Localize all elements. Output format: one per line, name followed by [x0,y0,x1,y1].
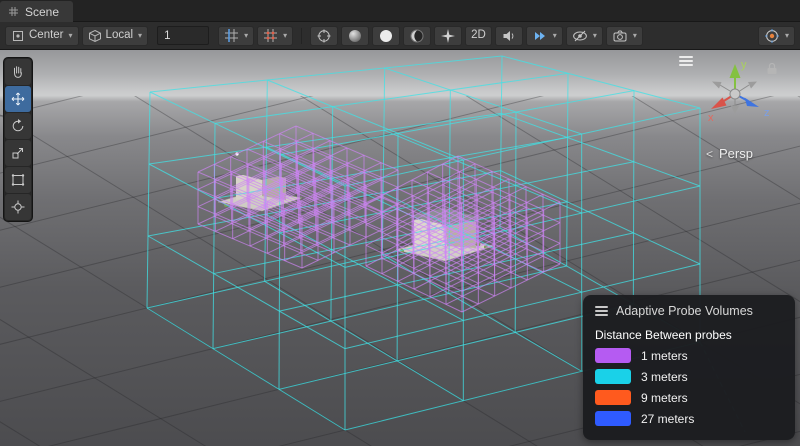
pivot-icon [11,29,25,43]
orientation-label: Local [106,30,134,42]
target-gizmo-icon [764,28,780,44]
chevron-down-icon: ▾ [633,32,637,40]
legend-row: 1 meters [595,348,783,363]
scene-camera-dropdown[interactable]: ▾ [606,26,643,46]
gizmos-crosshair-toggle[interactable] [310,26,338,46]
apv-legend-header[interactable]: Adaptive Probe Volumes [595,304,783,318]
shading-mode-toggle[interactable] [341,26,369,46]
chevron-down-icon: ▾ [785,32,789,40]
flare-effects-toggle[interactable] [434,26,462,46]
lock-icon[interactable] [766,62,778,75]
apv-legend-panel[interactable]: Adaptive Probe Volumes Distance Between … [583,295,795,440]
legend-label: 3 meters [641,370,688,384]
scene-lighting-toggle[interactable] [403,26,431,46]
scale-tool-button[interactable] [5,140,31,166]
white-circle-icon [378,28,394,44]
hand-icon [10,64,26,80]
pivot-label: Center [29,30,64,42]
scene-effects-dropdown[interactable]: ▾ [526,26,563,46]
scene-audio-toggle[interactable] [495,26,523,46]
move-tool-button[interactable] [5,86,31,112]
mode-2d-label: 2D [471,30,486,42]
double-chevron-icon [532,28,548,44]
projection-toggle[interactable]: < Persp [706,146,753,161]
rotate-tool-button[interactable] [5,113,31,139]
toolbar-separator [301,28,302,44]
camera-icon [612,28,628,44]
legend-row: 9 meters [595,390,783,405]
rect-tool-button[interactable] [5,167,31,193]
tab-scene[interactable]: Scene [0,1,73,22]
transform-tool-button[interactable] [5,194,31,220]
legend-row: 27 meters [595,411,783,426]
chevron-down-icon: ▾ [244,32,248,40]
legend-label: 9 meters [641,391,688,405]
shaded-sphere-icon [347,28,363,44]
moon-icon [409,28,425,44]
tool-handle-rotation-dropdown[interactable]: Local ▾ [82,26,149,46]
grid-size-field[interactable] [157,26,209,45]
crosshair-icon [316,28,332,44]
legend-color-swatch [595,348,631,363]
tools-overlay [3,57,33,222]
cube-icon [88,29,102,43]
chevron-down-icon: ▾ [593,32,597,40]
apv-legend-title: Adaptive Probe Volumes [616,304,753,318]
transform-icon [10,199,26,215]
chevron-down-icon: ▾ [283,32,287,40]
rect-icon [10,172,26,188]
legend-color-swatch [595,411,631,426]
wireframe-toggle[interactable] [372,26,400,46]
chevron-left-icon: < [706,147,713,161]
menu-icon [595,306,608,316]
apv-legend-subtitle: Distance Between probes [595,328,783,342]
view-hand-tool-button[interactable] [5,59,31,85]
mode-2d-toggle[interactable]: 2D [465,26,492,46]
axis-y-label[interactable]: y [741,59,747,71]
tool-handle-position-dropdown[interactable]: Center ▾ [5,26,79,46]
scene-visibility-dropdown[interactable]: ▾ [566,26,603,46]
chevron-down-icon: ▾ [69,32,73,40]
move-icon [10,91,26,107]
apv-legend-rows: 1 meters 3 meters 9 meters 27 meters [595,348,783,426]
tab-bar: Scene [0,0,800,22]
chevron-down-icon: ▾ [553,32,557,40]
legend-color-swatch [595,390,631,405]
speaker-icon [501,28,517,44]
unity-scene-view-window: Scene Center ▾ Local ▾ ▾ [0,0,800,446]
scene-toolbar: Center ▾ Local ▾ ▾ ▾ [0,22,800,50]
legend-row: 3 meters [595,369,783,384]
flare-icon [440,28,456,44]
scene-view-gizmo-dropdown[interactable]: ▾ [758,26,795,46]
snap-increment-icon [263,28,278,43]
legend-label: 1 meters [641,349,688,363]
legend-label: 27 meters [641,412,694,426]
grid-snap-icon [224,28,239,43]
projection-label: Persp [719,146,753,161]
scale-icon [10,145,26,161]
chevron-down-icon: ▾ [138,32,142,40]
tab-label: Scene [25,5,59,19]
rotate-icon [10,118,26,134]
eye-slash-icon [572,28,588,44]
snap-increment-dropdown[interactable]: ▾ [257,26,293,46]
axis-x-label[interactable]: x [708,112,714,124]
axis-z-label[interactable]: z [764,107,770,119]
overlay-menu-button[interactable] [679,56,693,66]
grid-visibility-dropdown[interactable]: ▾ [218,26,254,46]
grid-tab-icon [8,6,19,17]
legend-color-swatch [595,369,631,384]
